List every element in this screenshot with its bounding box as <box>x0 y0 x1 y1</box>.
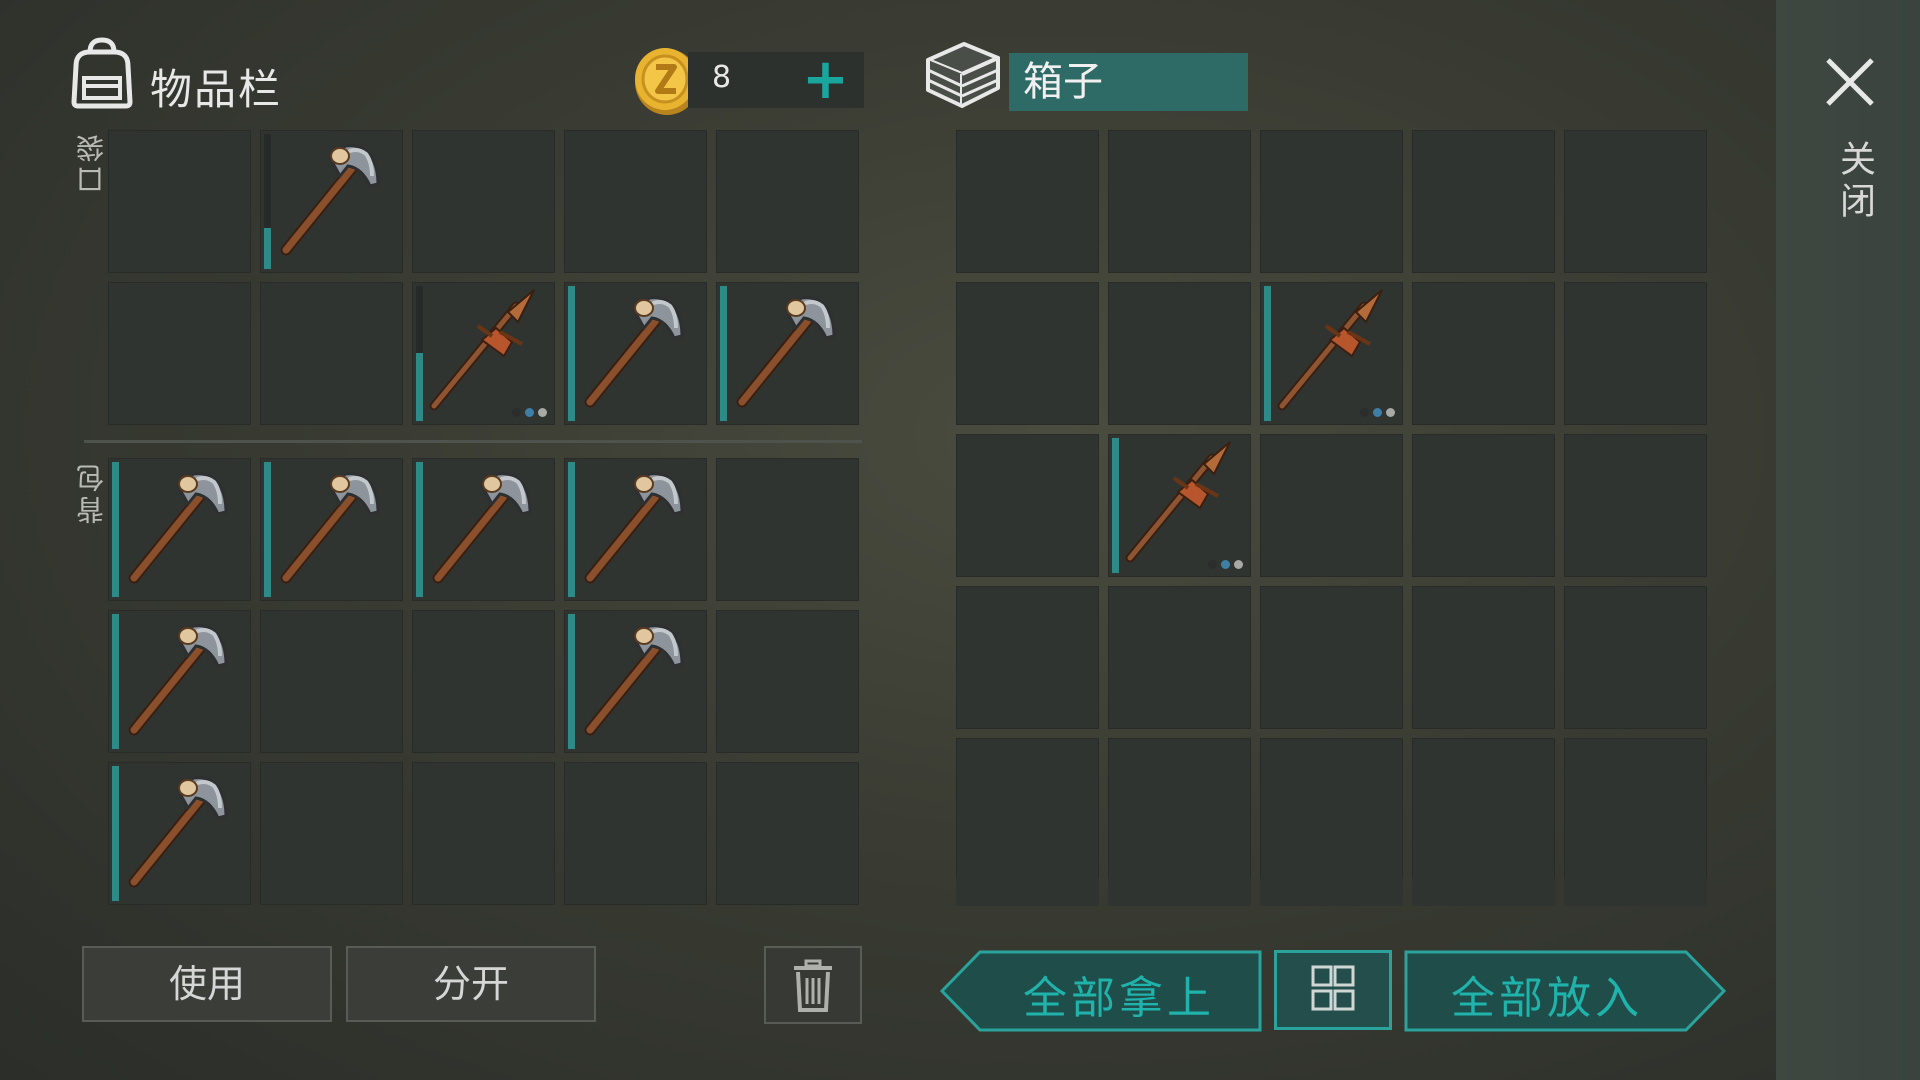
empty-slot[interactable] <box>1412 282 1555 425</box>
close-label[interactable]: 关闭 <box>1828 140 1880 224</box>
stone-hammer-icon <box>432 472 532 584</box>
stone-hammer-icon <box>736 296 836 408</box>
stone-hammer-icon <box>128 624 228 736</box>
item-slot-hammer[interactable] <box>108 762 251 905</box>
item-slot-spear[interactable] <box>1260 282 1403 425</box>
backpack-grid <box>108 458 859 905</box>
add-coins-button[interactable]: + <box>802 52 849 108</box>
use-button[interactable]: 使用 <box>82 946 332 1022</box>
empty-slot[interactable] <box>1108 282 1251 425</box>
empty-slot[interactable] <box>1412 586 1555 729</box>
item-slot-spear[interactable] <box>1108 434 1251 577</box>
empty-slot[interactable] <box>1564 434 1707 577</box>
crate-icon <box>926 42 1000 108</box>
put-all-label: 全部放入 <box>1451 973 1643 1024</box>
stone-hammer-icon <box>280 472 380 584</box>
item-slot-hammer[interactable] <box>412 458 555 601</box>
empty-slot[interactable] <box>260 610 403 753</box>
item-slot-hammer[interactable] <box>108 458 251 601</box>
empty-slot[interactable] <box>412 762 555 905</box>
empty-slot[interactable] <box>108 282 251 425</box>
empty-slot[interactable] <box>1260 586 1403 729</box>
empty-slot[interactable] <box>1412 434 1555 577</box>
empty-slot[interactable] <box>716 610 859 753</box>
pocket-grid <box>108 130 859 425</box>
empty-slot[interactable] <box>1564 130 1707 273</box>
spear-icon <box>1125 441 1231 563</box>
spear-icon <box>429 289 535 411</box>
section-divider <box>84 440 862 443</box>
split-button[interactable]: 分开 <box>346 946 596 1022</box>
stone-hammer-icon <box>584 296 684 408</box>
empty-slot[interactable] <box>1108 586 1251 729</box>
stone-hammer-icon <box>280 144 380 256</box>
quality-dots <box>1360 408 1395 417</box>
empty-slot[interactable] <box>412 130 555 273</box>
coin-count: 8 <box>712 60 732 95</box>
trash-button[interactable] <box>764 946 862 1024</box>
put-all-button[interactable]: 全部放入 <box>1404 950 1726 1032</box>
item-slot-hammer[interactable] <box>564 458 707 601</box>
item-slot-hammer[interactable] <box>108 610 251 753</box>
empty-slot[interactable] <box>412 610 555 753</box>
empty-slot[interactable] <box>716 762 859 905</box>
empty-slot[interactable] <box>1564 586 1707 729</box>
quality-dots <box>1208 560 1243 569</box>
take-all-button[interactable]: 全部拿上 <box>940 950 1262 1032</box>
empty-slot[interactable] <box>956 434 1099 577</box>
spear-icon <box>1277 289 1383 411</box>
backpack-icon <box>71 37 133 109</box>
empty-slot[interactable] <box>956 586 1099 729</box>
empty-slot[interactable] <box>1564 282 1707 425</box>
empty-slot[interactable] <box>564 762 707 905</box>
empty-slot[interactable] <box>1412 738 1555 881</box>
quality-dots <box>512 408 547 417</box>
item-slot-hammer[interactable] <box>716 282 859 425</box>
empty-slot[interactable] <box>956 282 1099 425</box>
empty-slot[interactable] <box>564 130 707 273</box>
empty-slot[interactable] <box>1108 738 1251 881</box>
chest-grid <box>956 130 1707 881</box>
pocket-label: 口袋 <box>75 130 108 194</box>
backpack-label: 背包 <box>75 460 108 524</box>
empty-slot[interactable] <box>956 738 1099 881</box>
empty-slot[interactable] <box>1412 130 1555 273</box>
close-icon[interactable] <box>1820 52 1880 112</box>
empty-slot[interactable] <box>108 130 251 273</box>
stone-hammer-icon <box>584 624 684 736</box>
empty-slot[interactable] <box>1108 130 1251 273</box>
item-slot-spear[interactable] <box>412 282 555 425</box>
inventory-title: 物品栏 <box>150 65 283 114</box>
empty-slot[interactable] <box>716 130 859 273</box>
stone-hammer-icon <box>128 776 228 888</box>
take-all-label: 全部拿上 <box>1023 973 1215 1024</box>
trash-icon <box>794 959 832 1012</box>
stone-hammer-icon <box>584 472 684 584</box>
item-slot-hammer[interactable] <box>260 458 403 601</box>
stone-hammer-icon <box>128 472 228 584</box>
empty-slot[interactable] <box>716 458 859 601</box>
empty-slot[interactable] <box>1260 738 1403 881</box>
empty-slot[interactable] <box>1260 434 1403 577</box>
chest-next-row-peek <box>956 878 1711 906</box>
sort-button[interactable] <box>1274 950 1392 1030</box>
empty-slot[interactable] <box>956 130 1099 273</box>
grid-icon <box>1311 965 1355 1011</box>
empty-slot[interactable] <box>260 282 403 425</box>
chest-name-field[interactable]: 箱子 <box>1009 53 1248 111</box>
empty-slot[interactable] <box>1564 738 1707 881</box>
empty-slot[interactable] <box>1260 130 1403 273</box>
item-slot-hammer[interactable] <box>564 610 707 753</box>
item-slot-hammer[interactable] <box>564 282 707 425</box>
item-slot-hammer[interactable] <box>260 130 403 273</box>
empty-slot[interactable] <box>260 762 403 905</box>
